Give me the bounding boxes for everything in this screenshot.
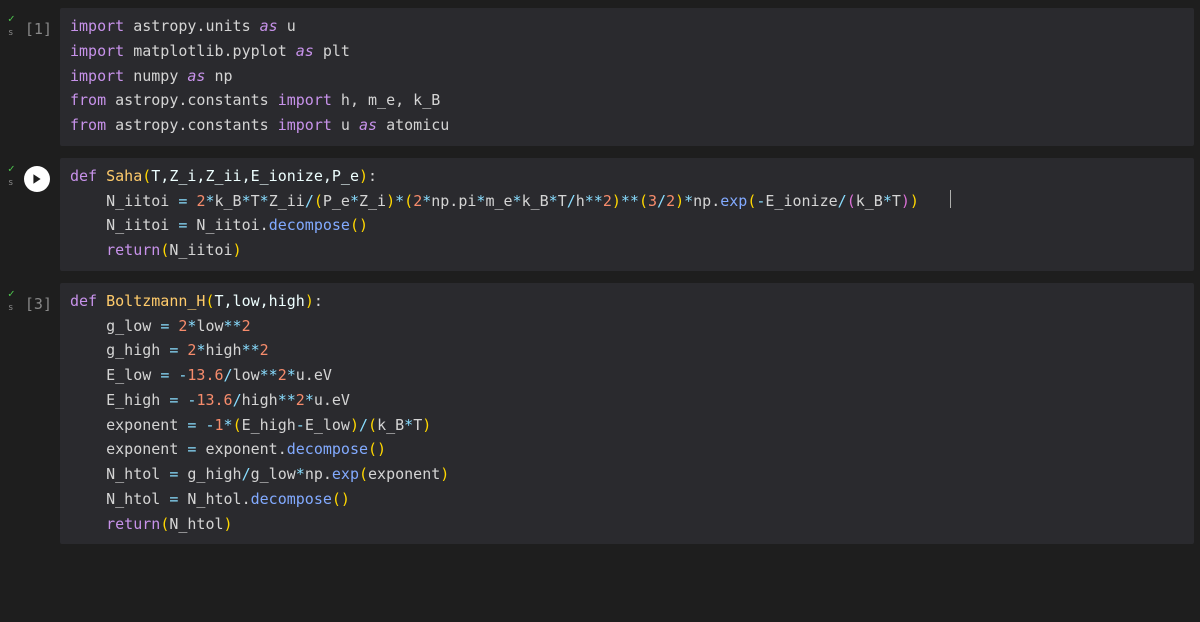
check-icon: ✓	[8, 12, 15, 25]
code-cell[interactable]: ✓s[1]import astropy.units as uimport mat…	[6, 8, 1194, 146]
code-line[interactable]: import matplotlib.pyplot as plt	[70, 39, 1184, 64]
run-cell-button[interactable]	[24, 166, 50, 192]
gutter-sublabel: s	[8, 28, 13, 38]
code-line[interactable]: def Boltzmann_H(T,low,high):	[70, 289, 1184, 314]
code-line[interactable]: E_high = -13.6/high**2*u.eV	[70, 388, 1184, 413]
code-line[interactable]: g_low = 2*low**2	[70, 314, 1184, 339]
code-line[interactable]: from astropy.constants import u as atomi…	[70, 113, 1184, 138]
code-line[interactable]: import astropy.units as u	[70, 14, 1184, 39]
code-cell[interactable]: ✓sdef Saha(T,Z_i,Z_ii,E_ionize,P_e): N_i…	[6, 158, 1194, 271]
code-line[interactable]: def Saha(T,Z_i,Z_ii,E_ionize,P_e):	[70, 164, 1184, 189]
code-line[interactable]: g_high = 2*high**2	[70, 338, 1184, 363]
code-line[interactable]: from astropy.constants import h, m_e, k_…	[70, 88, 1184, 113]
code-line[interactable]: E_low = -13.6/low**2*u.eV	[70, 363, 1184, 388]
code-editor[interactable]: def Boltzmann_H(T,low,high): g_low = 2*l…	[60, 283, 1194, 545]
code-line[interactable]: exponent = -1*(E_high-E_low)/(k_B*T)	[70, 413, 1184, 438]
check-icon: ✓	[8, 162, 15, 175]
check-icon: ✓	[8, 287, 15, 300]
code-line[interactable]: import numpy as np	[70, 64, 1184, 89]
code-editor[interactable]: def Saha(T,Z_i,Z_ii,E_ionize,P_e): N_iit…	[60, 158, 1194, 271]
gutter-sublabel: s	[8, 303, 13, 313]
code-cell[interactable]: ✓s[3]def Boltzmann_H(T,low,high): g_low …	[6, 283, 1194, 545]
code-line[interactable]: exponent = exponent.decompose()	[70, 437, 1184, 462]
code-line[interactable]: N_htol = N_htol.decompose()	[70, 487, 1184, 512]
cell-gutter: ✓s[3]	[6, 283, 60, 545]
code-editor[interactable]: import astropy.units as uimport matplotl…	[60, 8, 1194, 146]
code-line[interactable]: N_htol = g_high/g_low*np.exp(exponent)	[70, 462, 1184, 487]
cell-gutter: ✓s	[6, 158, 60, 271]
cell-gutter: ✓s[1]	[6, 8, 60, 146]
text-cursor	[950, 190, 951, 208]
code-line[interactable]: N_iitoi = N_iitoi.decompose()	[70, 213, 1184, 238]
code-line[interactable]: N_iitoi = 2*k_B*T*Z_ii/(P_e*Z_i)*(2*np.p…	[70, 189, 1184, 214]
code-line[interactable]: return(N_htol)	[70, 512, 1184, 537]
gutter-sublabel: s	[8, 178, 13, 188]
code-line[interactable]: return(N_iitoi)	[70, 238, 1184, 263]
